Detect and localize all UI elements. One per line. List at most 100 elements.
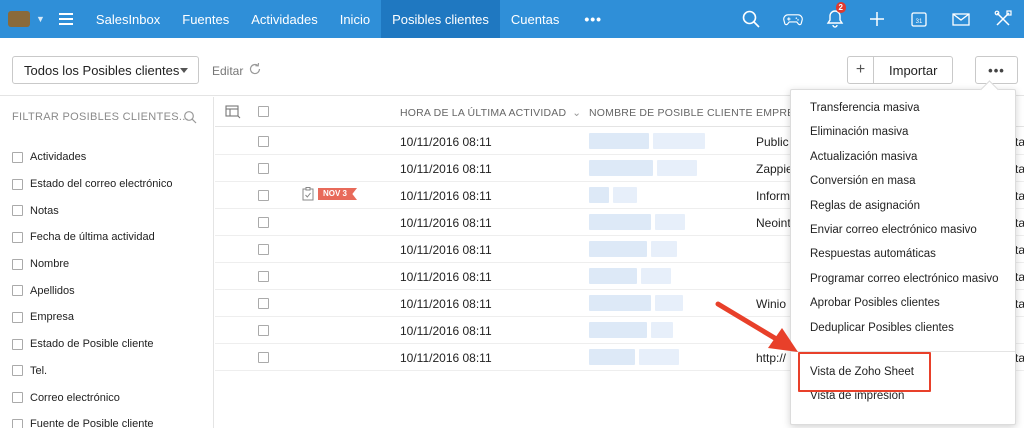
search-icon[interactable] (183, 110, 197, 124)
more-actions-button[interactable]: ••• (975, 56, 1018, 84)
app-logo-icon[interactable] (8, 11, 30, 27)
mail-icon[interactable] (940, 0, 982, 38)
filter-checkbox[interactable] (12, 205, 23, 217)
row-checkbox[interactable] (258, 136, 269, 147)
filter-item[interactable]: Correo electrónico (12, 384, 172, 411)
last-activity-cell: 10/11/2016 08:11 (400, 270, 492, 284)
last-activity-cell: 10/11/2016 08:11 (400, 351, 492, 365)
redacted-lead-name[interactable] (589, 241, 647, 257)
plus-icon[interactable] (856, 0, 898, 38)
search-icon[interactable] (730, 0, 772, 38)
redacted-lead-name (651, 241, 677, 257)
filter-checkbox[interactable] (12, 178, 23, 190)
redacted-lead-name[interactable] (589, 295, 651, 311)
row-checkbox[interactable] (258, 190, 269, 201)
menu-item[interactable]: Transferencia masiva (810, 102, 920, 114)
task-clipboard-icon[interactable] (302, 187, 314, 201)
filter-label: Estado del correo electrónico (30, 178, 173, 191)
menu-item[interactable]: Aprobar Posibles clientes (810, 297, 940, 309)
last-activity-cell: 10/11/2016 08:11 (400, 297, 492, 311)
redacted-lead-name[interactable] (589, 187, 609, 203)
filter-checkbox[interactable] (12, 151, 23, 163)
filter-checkbox[interactable] (12, 418, 23, 428)
tools-icon[interactable] (982, 0, 1024, 38)
filter-checkbox[interactable] (12, 258, 23, 270)
row-checkbox[interactable] (258, 352, 269, 363)
nav-actions: 2 31 (730, 0, 1024, 38)
filter-sidebar: FILTRAR POSIBLES CLIENTES... Actividades… (0, 97, 214, 428)
import-button[interactable]: Importar (874, 57, 952, 83)
redacted-lead-name (657, 160, 697, 176)
filter-checkbox[interactable] (12, 338, 23, 350)
truncated-cell: ta (1015, 135, 1024, 149)
create-lead-button[interactable]: + (848, 57, 874, 83)
filter-label: Actividades (30, 151, 87, 164)
list-toolbar: Todos los Posibles clientes Editar + Imp… (0, 38, 1024, 96)
menu-item[interactable]: Reglas de asignación (810, 200, 920, 212)
filter-checkbox[interactable] (12, 231, 23, 243)
filter-item[interactable]: Nombre (12, 251, 172, 278)
redacted-lead-name[interactable] (589, 322, 647, 338)
tab-posibles-clientes[interactable]: Posibles clientes (381, 0, 500, 38)
menu-item[interactable]: Deduplicar Posibles clientes (810, 322, 954, 334)
filter-item[interactable]: Empresa (12, 304, 172, 331)
filter-item[interactable]: Actividades (12, 144, 172, 171)
row-checkbox[interactable] (258, 163, 269, 174)
filter-label: Apellidos (30, 284, 75, 297)
edit-view-link[interactable]: Editar (212, 64, 243, 78)
filter-item[interactable]: Fuente de Posible cliente (12, 411, 172, 428)
highlight-box (798, 352, 931, 392)
row-checkbox[interactable] (258, 244, 269, 255)
redacted-lead-name (651, 322, 673, 338)
tab-cuentas[interactable]: Cuentas (500, 0, 570, 38)
filter-item[interactable]: Estado del correo electrónico (12, 171, 172, 198)
column-header-company[interactable]: EMPRE (756, 107, 794, 119)
filter-item[interactable]: Estado de Posible cliente (12, 331, 172, 358)
menu-item[interactable]: Eliminación masiva (810, 126, 908, 138)
filter-checkbox[interactable] (12, 365, 23, 377)
tab-actividades[interactable]: Actividades (240, 0, 328, 38)
select-all-checkbox[interactable] (258, 106, 269, 117)
filter-list: Actividades Estado del correo electrónic… (12, 144, 172, 428)
filter-checkbox[interactable] (12, 311, 23, 323)
column-settings-icon[interactable] (225, 105, 241, 119)
row-checkbox[interactable] (258, 217, 269, 228)
chevron-down-icon[interactable]: ▼ (36, 14, 45, 24)
gamepad-icon[interactable] (772, 0, 814, 38)
column-header-last-activity[interactable]: HORA DE LA ÚLTIMA ACTIVIDAD ⌄ (400, 107, 581, 119)
menu-item[interactable]: Respuestas automáticas (810, 248, 936, 260)
refresh-icon[interactable] (248, 62, 262, 76)
column-header-lead-name[interactable]: NOMBRE DE POSIBLE CLIENTE (589, 107, 753, 119)
more-tabs-button[interactable]: ••• (570, 0, 616, 38)
tab-salesinbox[interactable]: SalesInbox (85, 0, 171, 38)
menu-item[interactable]: Actualización masiva (810, 151, 917, 163)
filter-checkbox[interactable] (12, 392, 23, 404)
tab-inicio[interactable]: Inicio (329, 0, 381, 38)
sort-chevron-icon: ⌄ (572, 107, 582, 119)
redacted-lead-name[interactable] (589, 160, 653, 176)
last-activity-cell: 10/11/2016 08:11 (400, 216, 492, 230)
tab-fuentes[interactable]: Fuentes (171, 0, 240, 38)
filter-item[interactable]: Tel. (12, 358, 172, 385)
due-date-tag: NOV 3 (318, 188, 358, 200)
row-checkbox[interactable] (258, 325, 269, 336)
redacted-lead-name (655, 214, 685, 230)
filter-checkbox[interactable] (12, 285, 23, 297)
filter-item[interactable]: Apellidos (12, 277, 172, 304)
bell-icon[interactable]: 2 (814, 0, 856, 38)
redacted-lead-name[interactable] (589, 349, 635, 365)
filter-item[interactable]: Notas (12, 197, 172, 224)
view-selector[interactable]: Todos los Posibles clientes (12, 56, 199, 84)
redacted-lead-name[interactable] (589, 214, 651, 230)
calendar-icon[interactable]: 31 (898, 0, 940, 38)
hamburger-menu-icon[interactable] (58, 13, 73, 25)
redacted-lead-name[interactable] (589, 133, 649, 149)
row-checkbox[interactable] (258, 298, 269, 309)
menu-item[interactable]: Programar correo electrónico masivo (810, 273, 999, 285)
menu-item[interactable]: Enviar correo electrónico masivo (810, 224, 977, 236)
menu-item[interactable]: Conversión en masa (810, 175, 915, 187)
row-checkbox[interactable] (258, 271, 269, 282)
redacted-lead-name[interactable] (589, 268, 637, 284)
filter-item[interactable]: Fecha de última actividad (12, 224, 172, 251)
filter-label: Empresa (30, 311, 75, 324)
